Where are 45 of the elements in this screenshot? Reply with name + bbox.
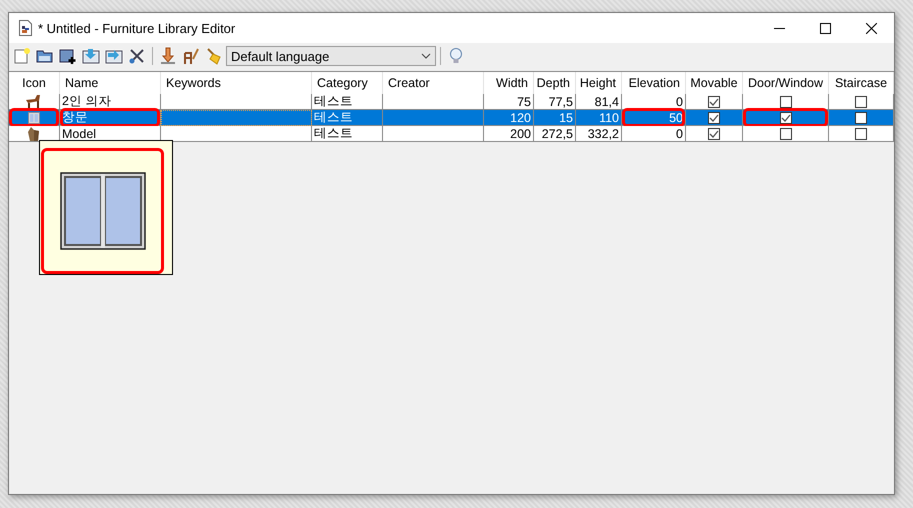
table-cell: 0 bbox=[622, 126, 686, 142]
column-header[interactable]: Category bbox=[312, 72, 383, 94]
column-header[interactable]: Creator bbox=[383, 72, 484, 94]
table-cell: 75 bbox=[484, 94, 534, 110]
table-cell: 110 bbox=[576, 110, 622, 126]
table-cell: 77,5 bbox=[534, 94, 576, 110]
checkbox[interactable] bbox=[708, 112, 720, 124]
window-icon bbox=[28, 112, 40, 124]
table-cell: 15 bbox=[534, 110, 576, 126]
checkbox[interactable] bbox=[855, 112, 867, 124]
column-header[interactable]: Height bbox=[576, 72, 622, 94]
close-icon[interactable] bbox=[866, 22, 876, 34]
checkbox[interactable] bbox=[780, 128, 792, 140]
table-cell: 창문 bbox=[60, 110, 161, 126]
column-header[interactable]: Elevation bbox=[622, 72, 686, 94]
column-header[interactable]: Depth bbox=[534, 72, 576, 94]
table-cell: 272,5 bbox=[534, 126, 576, 142]
table-cell: 테스트 bbox=[312, 94, 383, 110]
table-cell: 테스트 bbox=[312, 110, 383, 126]
column-header[interactable]: Width bbox=[484, 72, 534, 94]
checkbox[interactable] bbox=[855, 96, 867, 108]
table-cell: 50 bbox=[622, 110, 686, 126]
checkbox[interactable] bbox=[708, 128, 720, 140]
column-header[interactable]: Movable bbox=[686, 72, 743, 94]
table-cell: 332,2 bbox=[576, 126, 622, 142]
checkbox[interactable] bbox=[780, 96, 792, 108]
column-header[interactable]: Icon bbox=[9, 72, 60, 94]
checkbox[interactable] bbox=[855, 128, 867, 140]
column-header[interactable]: Keywords bbox=[161, 72, 312, 94]
window-title: * Untitled - Furniture Library Editor bbox=[38, 20, 236, 36]
column-header[interactable]: Staircase bbox=[829, 72, 894, 94]
maximize-icon[interactable] bbox=[820, 22, 830, 34]
checkbox[interactable] bbox=[780, 112, 792, 124]
table-cell: 200 bbox=[484, 126, 534, 142]
app-icon bbox=[19, 20, 32, 36]
column-header[interactable]: Door/Window bbox=[743, 72, 829, 94]
table-cell: 120 bbox=[484, 110, 534, 126]
caret-icon bbox=[421, 53, 431, 59]
table-cell: 테스트 bbox=[312, 126, 383, 142]
column-header[interactable]: Name bbox=[60, 72, 161, 94]
checkbox[interactable] bbox=[708, 96, 720, 108]
chair-icon bbox=[25, 94, 43, 108]
table-cell: 81,4 bbox=[576, 94, 622, 110]
language-dropdown[interactable]: Default language bbox=[226, 46, 436, 66]
figure-icon bbox=[28, 126, 40, 140]
